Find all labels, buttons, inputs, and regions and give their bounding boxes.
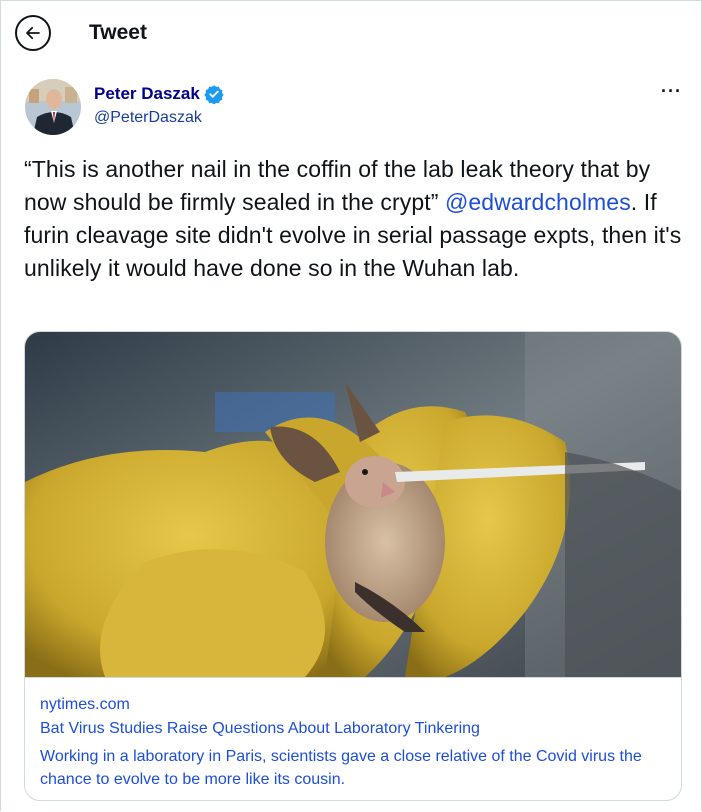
mention-link[interactable]: @edwardcholmes [445,189,631,215]
tweet-text: “This is another nail in the coffin of t… [24,153,684,285]
link-card[interactable]: nytimes.com Bat Virus Studies Raise Ques… [24,331,682,801]
back-button[interactable] [15,15,51,51]
page-title: Tweet [89,21,147,44]
card-description[interactable]: Working in a laboratory in Paris, scient… [40,745,670,791]
author-name[interactable]: Peter Daszak [94,84,224,104]
card-divider [25,677,681,678]
card-image[interactable] [25,332,682,677]
avatar[interactable] [25,79,81,135]
arrow-left-icon [26,26,40,40]
card-title[interactable]: Bat Virus Studies Raise Questions About … [40,720,480,738]
author-handle[interactable]: @PeterDaszak [94,109,202,127]
verified-badge-icon [204,85,224,104]
more-options-icon[interactable]: ··· [661,81,682,102]
header: Tweet [1,1,701,65]
author-name-text[interactable]: Peter Daszak [94,84,200,104]
tweet-page: Tweet Peter Daszak @PeterDaszak ··· “Thi… [0,0,702,811]
card-domain[interactable]: nytimes.com [40,696,130,714]
